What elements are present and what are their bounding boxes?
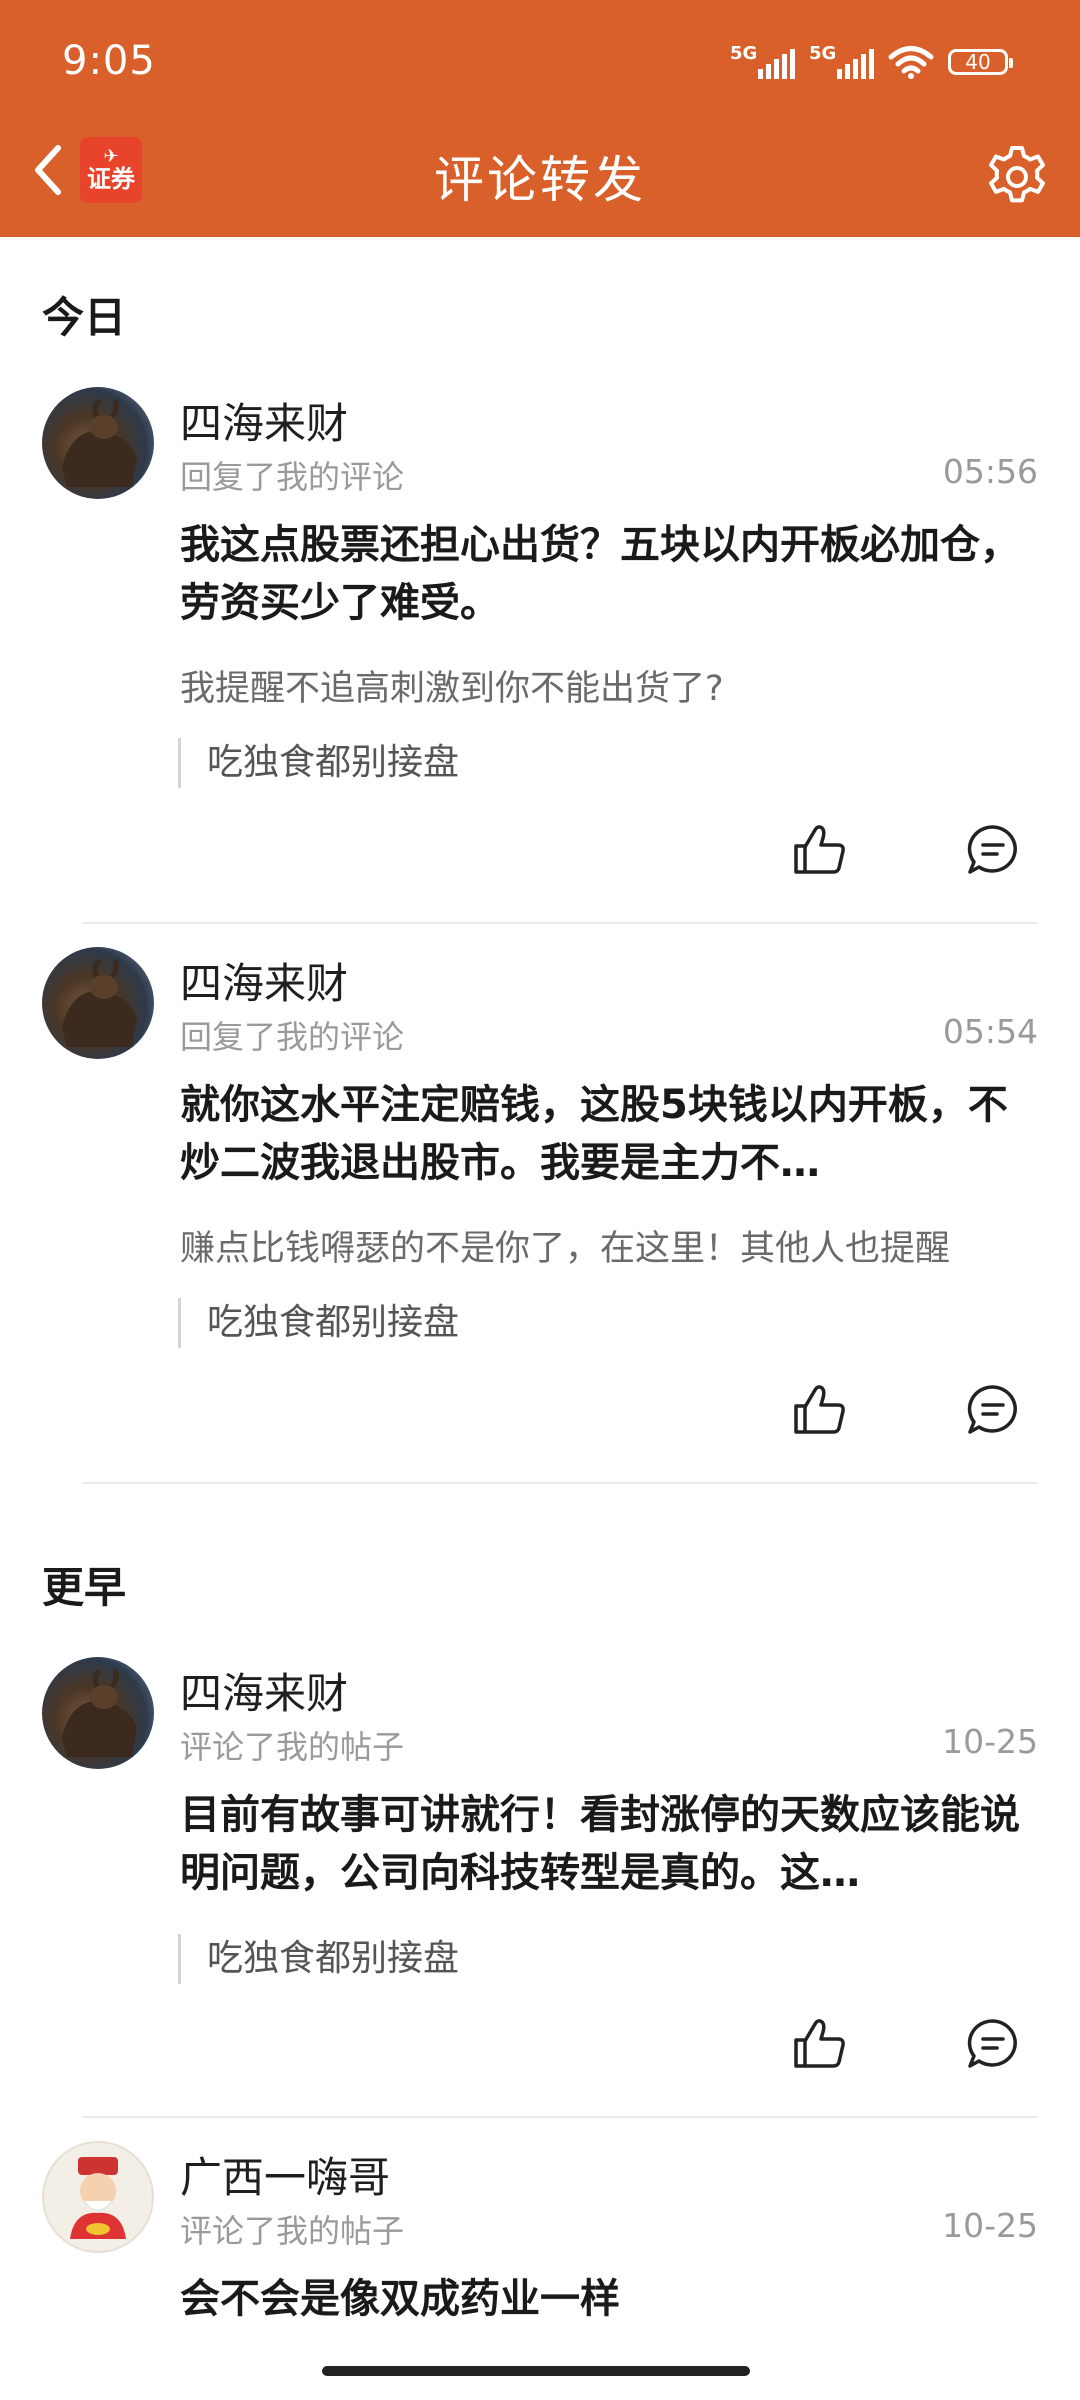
username[interactable]: 四海来财: [180, 950, 348, 1011]
divider: [82, 1482, 1038, 1484]
like-thumb-up-icon[interactable]: [790, 820, 850, 880]
network-type-label: 5G: [730, 43, 758, 64]
divider: [82, 2116, 1038, 2118]
top-app-bar: 9:05 5G 5G 40 ✈ 证券 评论转发: [0, 0, 1080, 237]
bull-statue-image: [62, 958, 137, 1047]
like-thumb-up-icon[interactable]: [790, 1380, 850, 1440]
reply-comment-icon[interactable]: [963, 820, 1023, 880]
network-type-label-2: 5G: [809, 43, 837, 64]
like-thumb-up-icon[interactable]: [790, 2014, 850, 2074]
section-title-today: 今日: [42, 293, 127, 342]
avatar[interactable]: [42, 2141, 154, 2253]
post-quote[interactable]: 吃独食都别接盘: [178, 1934, 459, 1984]
action-text: 评论了我的帖子: [180, 1728, 405, 1766]
battery-icon: 40: [948, 49, 1013, 75]
comment-content[interactable]: 就你这水平注定赔钱，这股5块钱以内开板，不炒二波我退出股市。我要是主力不…: [180, 1076, 1038, 1192]
bull-statue-image: [62, 1668, 137, 1757]
post-quote[interactable]: 吃独食都别接盘: [178, 1298, 459, 1348]
signal-icon: 5G: [730, 43, 795, 79]
fortune-god-avatar-image: [70, 2157, 126, 2239]
battery-level: 40: [965, 50, 991, 74]
timestamp: 10-25: [942, 1722, 1038, 1761]
status-time: 9:05: [62, 38, 156, 84]
my-comment-text[interactable]: 赚点比钱嘚瑟的不是你了，在这里！其他人也提醒: [180, 1220, 1038, 1271]
settings-gear-icon[interactable]: [982, 142, 1052, 212]
comment-content[interactable]: 会不会是像双成药业一样: [180, 2270, 1038, 2328]
comment-content[interactable]: 我这点股票还担心出货？五块以内开板必加仓，劳资买少了难受。: [180, 516, 1038, 632]
username[interactable]: 广西一嗨哥: [180, 2144, 390, 2205]
timestamp: 10-25: [942, 2206, 1038, 2245]
comment-content[interactable]: 目前有故事可讲就行！看封涨停的天数应该能说明问题，公司向科技转型是真的。这…: [180, 1786, 1038, 1902]
my-comment-text[interactable]: 我提醒不追高刺激到你不能出货了?: [180, 660, 1038, 711]
home-indicator[interactable]: [322, 2366, 750, 2376]
action-text: 回复了我的评论: [180, 1018, 405, 1056]
action-text: 评论了我的帖子: [180, 2212, 405, 2250]
avatar[interactable]: [42, 1657, 154, 1769]
timestamp: 05:54: [942, 1012, 1038, 1051]
username[interactable]: 四海来财: [180, 1660, 348, 1721]
reply-comment-icon[interactable]: [963, 1380, 1023, 1440]
divider: [82, 922, 1038, 924]
bull-statue-image: [62, 398, 137, 487]
status-icons: 5G 5G 40: [730, 43, 1013, 80]
avatar[interactable]: [42, 947, 154, 1059]
timestamp: 05:56: [942, 452, 1038, 491]
avatar[interactable]: [42, 387, 154, 499]
page-title: 评论转发: [434, 151, 646, 209]
post-quote[interactable]: 吃独食都别接盘: [178, 738, 459, 788]
section-title-earlier: 更早: [42, 1563, 127, 1612]
wifi-icon: [888, 46, 934, 79]
signal-icon-2: 5G: [809, 43, 874, 79]
reply-comment-icon[interactable]: [963, 2014, 1023, 2074]
action-text: 回复了我的评论: [180, 458, 405, 496]
username[interactable]: 四海来财: [180, 390, 348, 451]
